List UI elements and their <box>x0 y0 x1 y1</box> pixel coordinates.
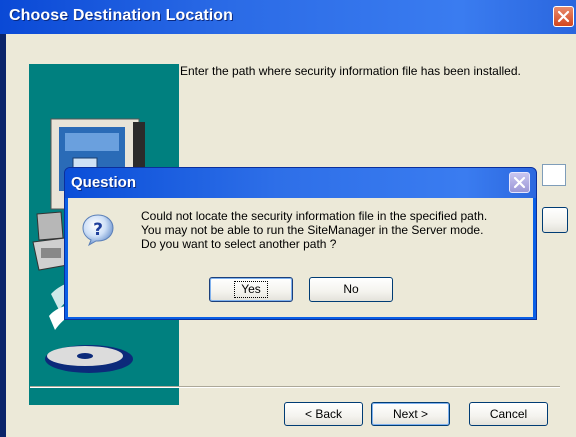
install-path-prompt: Enter the path where security informatio… <box>180 64 521 78</box>
dialog-message-line: Do you want to select another path ? <box>141 237 337 251</box>
cancel-button-label: Cancel <box>489 407 528 421</box>
next-button[interactable]: Next > <box>371 402 450 426</box>
dialog-message-line: Could not locate the security informatio… <box>141 209 488 223</box>
dialog-title: Question <box>71 174 137 191</box>
close-icon <box>557 10 570 23</box>
destination-path-input[interactable] <box>542 164 566 186</box>
no-button[interactable]: No <box>309 277 393 302</box>
question-icon: ? <box>81 213 115 247</box>
browse-button[interactable] <box>542 207 568 233</box>
next-button-label: Next > <box>392 407 428 421</box>
no-button-label: No <box>343 282 359 296</box>
back-button-label: < Back <box>304 407 343 421</box>
setup-window: Choose Destination Location Enter the pa… <box>0 0 576 437</box>
dialog-message-line: You may not be able to run the SiteManag… <box>141 223 484 237</box>
yes-button-label: Yes <box>234 281 268 298</box>
dialog-close-button[interactable] <box>509 172 530 193</box>
dialog-body: ? Could not locate the security informat… <box>68 198 533 317</box>
svg-text:?: ? <box>93 220 103 240</box>
back-button[interactable]: < Back <box>284 402 363 426</box>
window-close-button[interactable] <box>553 6 574 27</box>
button-separator <box>30 386 560 388</box>
yes-button[interactable]: Yes <box>209 277 293 302</box>
window-titlebar[interactable]: Choose Destination Location <box>0 0 576 34</box>
dialog-message: Could not locate the security informatio… <box>141 209 487 251</box>
window-title: Choose Destination Location <box>9 7 234 24</box>
close-icon <box>513 176 526 189</box>
cancel-button[interactable]: Cancel <box>469 402 548 426</box>
dialog-titlebar[interactable]: Question <box>65 168 536 198</box>
question-dialog: Question ? Could not locate the security… <box>64 167 537 320</box>
